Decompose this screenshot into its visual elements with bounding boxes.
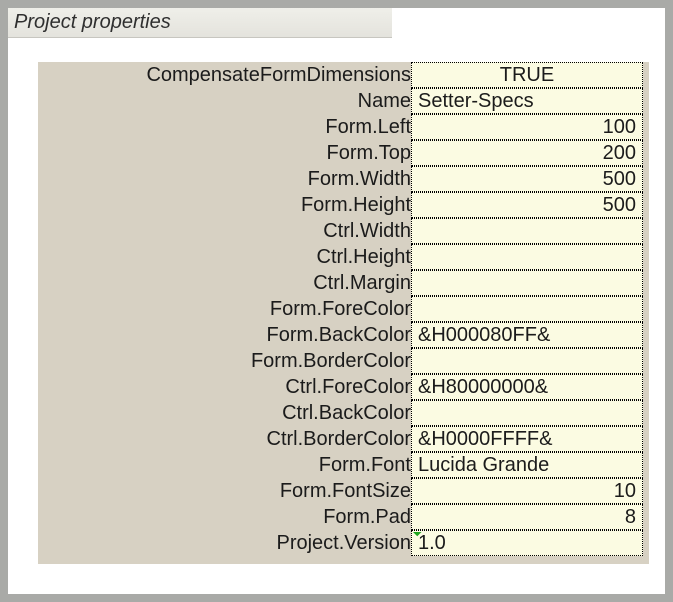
property-row: Form.Left 100	[44, 114, 643, 140]
property-value-text: 8	[625, 506, 636, 529]
property-value[interactable]: 8	[411, 504, 643, 530]
property-label: Project.Version	[44, 530, 411, 556]
property-value[interactable]: Setter-Specs	[411, 88, 643, 114]
property-row: Form.Pad 8	[44, 504, 643, 530]
property-row: Form.Height 500	[44, 192, 643, 218]
property-row: Ctrl.BackColor	[44, 400, 643, 426]
property-row: CompensateFormDimensions TRUE	[44, 62, 643, 88]
property-label: CompensateFormDimensions	[44, 62, 411, 88]
project-properties-tab[interactable]: Project properties	[8, 8, 392, 38]
property-row: Ctrl.Height	[44, 244, 643, 270]
property-value[interactable]: 200	[411, 140, 643, 166]
property-value-text: Setter-Specs	[418, 90, 534, 113]
property-value-text: 100	[603, 116, 636, 139]
property-row: Form.Width 500	[44, 166, 643, 192]
property-label: Form.Pad	[44, 504, 411, 530]
property-label: Form.ForeColor	[44, 296, 411, 322]
property-label: Form.Width	[44, 166, 411, 192]
property-value[interactable]: &H0000FFFF&	[411, 426, 643, 452]
property-value-text: &H0000FFFF&	[418, 428, 552, 451]
property-value-text: 200	[603, 142, 636, 165]
property-label: Form.Height	[44, 192, 411, 218]
property-row: Form.Top 200	[44, 140, 643, 166]
property-label: Ctrl.BorderColor	[44, 426, 411, 452]
property-value-text: 500	[603, 168, 636, 191]
tab-title: Project properties	[14, 11, 171, 34]
property-row: Form.BorderColor	[44, 348, 643, 374]
property-label: Name	[44, 88, 411, 114]
property-label: Ctrl.BackColor	[44, 400, 411, 426]
property-label: Ctrl.Width	[44, 218, 411, 244]
property-value-text: 10	[614, 480, 636, 503]
property-value[interactable]	[411, 296, 643, 322]
property-label: Form.BorderColor	[44, 348, 411, 374]
property-value-text: 500	[603, 194, 636, 217]
property-label: Ctrl.ForeColor	[44, 374, 411, 400]
property-label: Form.FontSize	[44, 478, 411, 504]
property-value-text: TRUE	[500, 64, 554, 87]
property-value[interactable]: Lucida Grande	[411, 452, 643, 478]
property-value-text: Lucida Grande	[418, 454, 549, 477]
property-table: CompensateFormDimensions TRUE Name Setter-S…	[44, 62, 643, 556]
property-value[interactable]: &H80000000&	[411, 374, 643, 400]
property-value[interactable]: &H000080FF&	[411, 322, 643, 348]
property-row: Form.ForeColor	[44, 296, 643, 322]
property-value[interactable]	[411, 400, 643, 426]
property-label: Form.Left	[44, 114, 411, 140]
property-value[interactable]	[411, 218, 643, 244]
panel: Project properties CompensateFormDimensi…	[8, 8, 665, 594]
property-row: Form.BackColor&H000080FF&	[44, 322, 643, 348]
property-row: Ctrl.BorderColor&H0000FFFF&	[44, 426, 643, 452]
property-row: Form.FontSize 10	[44, 478, 643, 504]
property-row: Ctrl.Width	[44, 218, 643, 244]
property-label: Ctrl.Margin	[44, 270, 411, 296]
property-label: Form.BackColor	[44, 322, 411, 348]
property-value[interactable]: TRUE	[411, 62, 643, 88]
property-value[interactable]: 100	[411, 114, 643, 140]
property-grid: CompensateFormDimensions TRUE Name Setter-S…	[38, 62, 649, 564]
property-value[interactable]	[411, 244, 643, 270]
property-row: Name Setter-Specs	[44, 88, 643, 114]
property-value[interactable]	[411, 348, 643, 374]
property-value[interactable]	[411, 270, 643, 296]
property-row: Ctrl.ForeColor&H80000000&	[44, 374, 643, 400]
window-frame: Project properties CompensateFormDimensi…	[0, 0, 673, 602]
property-value[interactable]: 1.0	[411, 530, 643, 556]
property-label: Ctrl.Height	[44, 244, 411, 270]
property-value-text: &H80000000&	[418, 376, 548, 399]
property-value[interactable]: 10	[411, 478, 643, 504]
property-label: Form.Font	[44, 452, 411, 478]
property-value[interactable]: 500	[411, 192, 643, 218]
property-row: Ctrl.Margin	[44, 270, 643, 296]
property-row: Form.Font Lucida Grande	[44, 452, 643, 478]
property-value-text: &H000080FF&	[418, 324, 550, 347]
property-value-text: 1.0	[418, 532, 446, 555]
property-label: Form.Top	[44, 140, 411, 166]
property-value[interactable]: 500	[411, 166, 643, 192]
property-row: Project.Version 1.0	[44, 530, 643, 556]
